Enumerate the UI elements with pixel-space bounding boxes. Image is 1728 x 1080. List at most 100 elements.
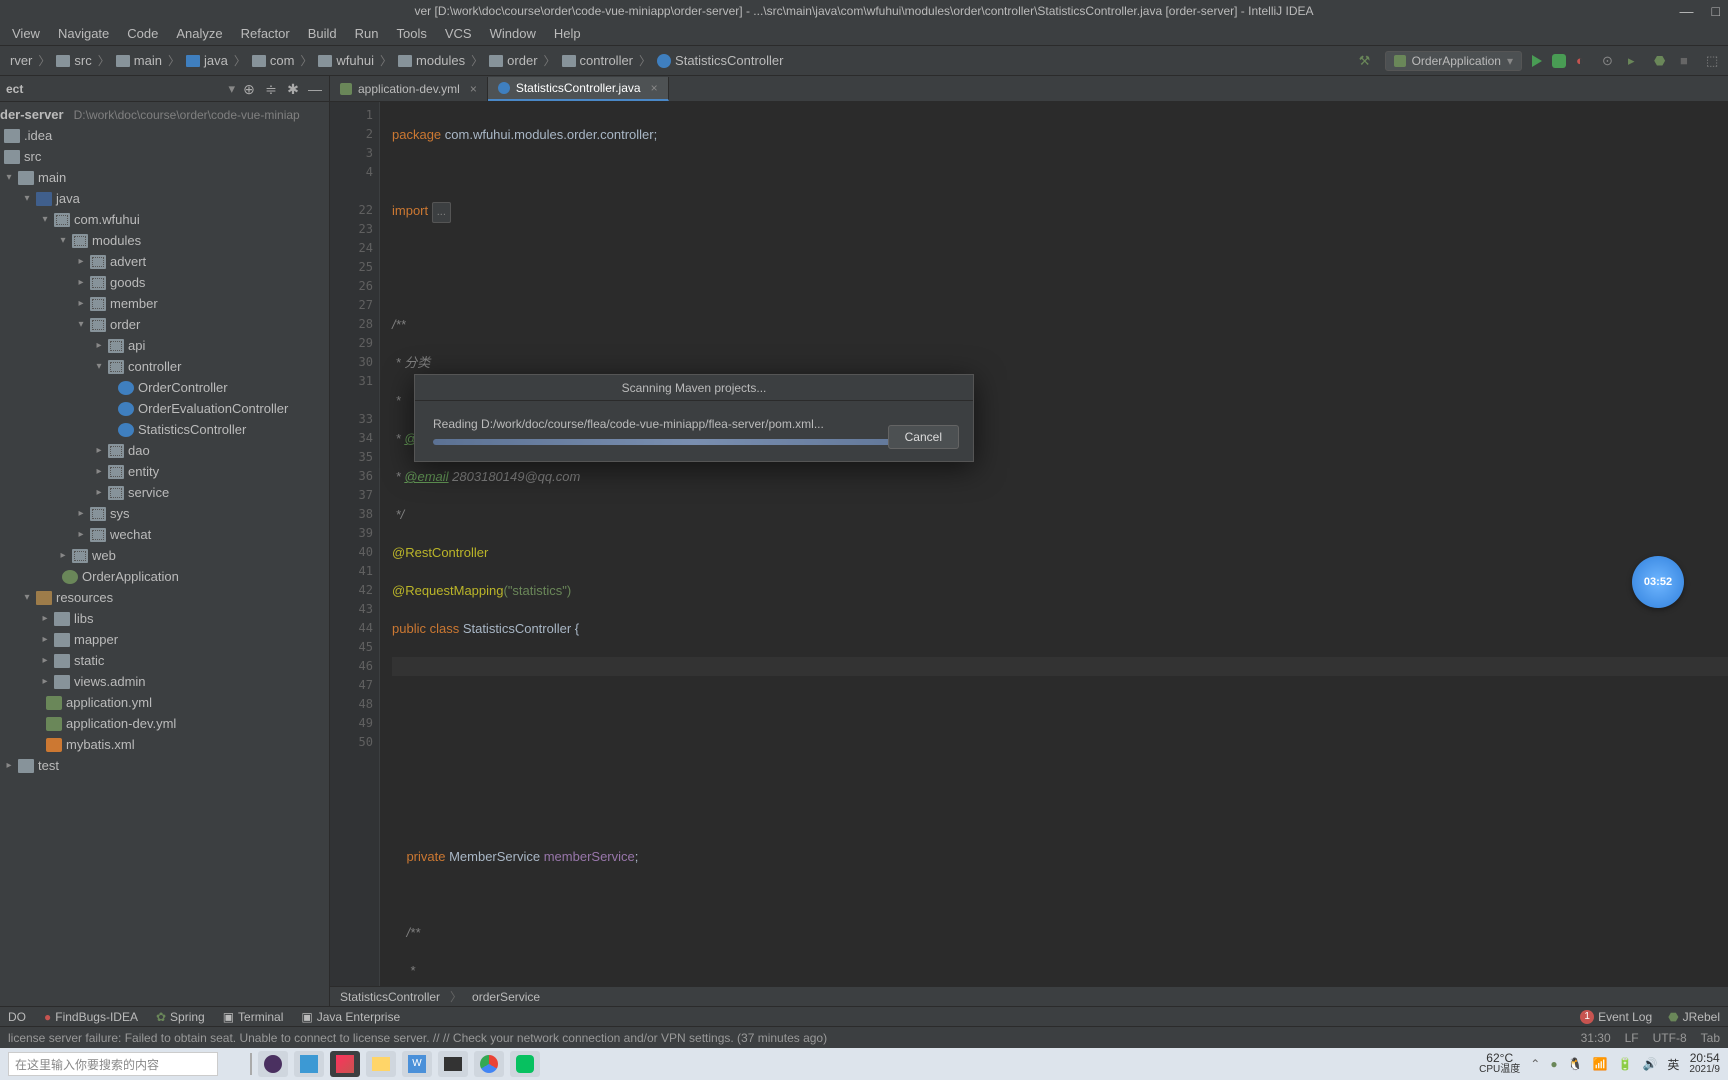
tree-item-order[interactable]: order xyxy=(110,317,140,332)
chevron-right-icon[interactable]: ▸ xyxy=(40,634,50,645)
minimize-button[interactable]: — xyxy=(1680,3,1694,19)
menu-vcs[interactable]: VCS xyxy=(437,24,480,43)
chevron-down-icon[interactable]: ▾ xyxy=(22,592,32,603)
tray-icon[interactable]: ● xyxy=(1550,1057,1557,1071)
crumb-src[interactable]: src xyxy=(52,51,95,70)
menu-refactor[interactable]: Refactor xyxy=(233,24,298,43)
temperature-widget[interactable]: 62°C CPU温度 xyxy=(1479,1052,1520,1076)
tree-item-libs[interactable]: libs xyxy=(74,611,94,626)
chevron-down-icon[interactable]: ▾ xyxy=(22,193,32,204)
close-icon[interactable]: × xyxy=(470,82,477,96)
indent[interactable]: Tab xyxy=(1701,1031,1720,1045)
taskbar-vscode[interactable] xyxy=(294,1051,324,1077)
crumb-modules[interactable]: modules xyxy=(394,51,469,70)
crumb-main[interactable]: main xyxy=(112,51,166,70)
tree-item-orderevaluationcontroller[interactable]: OrderEvaluationController xyxy=(138,401,288,416)
tab-statisticscontroller[interactable]: StatisticsController.java× xyxy=(488,77,669,101)
tree-item-main[interactable]: main xyxy=(38,170,66,185)
tool-event-log[interactable]: 1Event Log xyxy=(1580,1010,1652,1024)
chevron-right-icon[interactable]: ▸ xyxy=(94,466,104,477)
chevron-down-icon[interactable]: ▾ xyxy=(76,319,86,330)
tree-item-modules[interactable]: modules xyxy=(92,233,141,248)
taskbar-explorer[interactable] xyxy=(366,1051,396,1077)
search-input[interactable]: 在这里输入你要搜索的内容 xyxy=(8,1052,218,1076)
chevron-right-icon[interactable]: ▸ xyxy=(76,298,86,309)
tool-terminal[interactable]: ▣Terminal xyxy=(223,1010,284,1024)
language-indicator[interactable]: 英 xyxy=(1667,1056,1679,1073)
chevron-right-icon[interactable]: ▸ xyxy=(94,445,104,456)
tree-item-mapper[interactable]: mapper xyxy=(74,632,118,647)
breadcrumb-item[interactable]: StatisticsController xyxy=(340,990,440,1004)
menu-view[interactable]: View xyxy=(4,24,48,43)
close-icon[interactable]: × xyxy=(651,81,658,95)
chevron-right-icon[interactable]: ▸ xyxy=(40,676,50,687)
chevron-down-icon[interactable]: ▾ xyxy=(58,235,68,246)
tree-item-web[interactable]: web xyxy=(92,548,116,563)
crumb-class[interactable]: StatisticsController xyxy=(653,51,787,70)
tree-item-idea[interactable]: .idea xyxy=(24,128,52,143)
taskbar-terminal[interactable] xyxy=(438,1051,468,1077)
menu-window[interactable]: Window xyxy=(482,24,544,43)
chevron-right-icon[interactable]: ▸ xyxy=(76,529,86,540)
menu-analyze[interactable]: Analyze xyxy=(168,24,230,43)
code-area[interactable]: package com.wfuhui.modules.order.control… xyxy=(380,102,1728,986)
maximize-button[interactable]: □ xyxy=(1712,3,1720,19)
menu-run[interactable]: Run xyxy=(347,24,387,43)
cursor-position[interactable]: 31:30 xyxy=(1581,1031,1611,1045)
tree-item-resources[interactable]: resources xyxy=(56,590,113,605)
target-icon[interactable]: ⊕ xyxy=(241,81,257,97)
tool-spring[interactable]: ✿Spring xyxy=(156,1010,205,1024)
chevron-right-icon[interactable]: ▸ xyxy=(4,760,14,771)
debug-icon[interactable] xyxy=(1552,54,1566,68)
coverage-icon[interactable]: ◐ xyxy=(1576,53,1592,69)
project-tree[interactable]: der-serverD:\work\doc\course\order\code-… xyxy=(0,102,329,1006)
chevron-down-icon[interactable]: ▾ xyxy=(228,81,235,97)
chevron-right-icon[interactable]: ▸ xyxy=(76,508,86,519)
breadcrumb-item[interactable]: orderService xyxy=(472,990,540,1004)
tree-item-src[interactable]: src xyxy=(24,149,41,164)
tree-item-advert[interactable]: advert xyxy=(110,254,146,269)
crumb-rver[interactable]: rver xyxy=(6,51,36,70)
tree-item-goods[interactable]: goods xyxy=(110,275,145,290)
chevron-right-icon[interactable]: ▸ xyxy=(40,613,50,624)
crumb-order[interactable]: order xyxy=(485,51,541,70)
tray-icon[interactable]: 🐧 xyxy=(1568,1057,1583,1071)
tree-item-api[interactable]: api xyxy=(128,338,145,353)
encoding[interactable]: UTF-8 xyxy=(1653,1031,1687,1045)
jrebel-debug-icon[interactable]: ⬣ xyxy=(1654,53,1670,69)
tree-item-application-dev-yml[interactable]: application-dev.yml xyxy=(66,716,176,731)
chevron-right-icon[interactable]: ▸ xyxy=(58,550,68,561)
tab-application-dev-yml[interactable]: application-dev.yml× xyxy=(330,77,488,101)
tree-item-service[interactable]: service xyxy=(128,485,169,500)
tree-item-statisticscontroller[interactable]: StatisticsController xyxy=(138,422,246,437)
tool-do[interactable]: DO xyxy=(8,1010,26,1024)
tree-item-orderapplication[interactable]: OrderApplication xyxy=(82,569,179,584)
tray-wifi-icon[interactable]: 📶 xyxy=(1593,1057,1608,1071)
tree-item-entity[interactable]: entity xyxy=(128,464,159,479)
taskbar-eclipse[interactable] xyxy=(258,1051,288,1077)
tree-item-static[interactable]: static xyxy=(74,653,104,668)
taskbar-wps[interactable]: W xyxy=(402,1051,432,1077)
search-icon[interactable]: ⬚ xyxy=(1706,53,1722,69)
tool-findbugs[interactable]: ●FindBugs-IDEA xyxy=(44,1010,138,1024)
tool-jrebel[interactable]: ⬣JRebel xyxy=(1668,1010,1720,1024)
chevron-right-icon[interactable]: ▸ xyxy=(76,256,86,267)
timer-widget[interactable]: 03:52 xyxy=(1632,556,1684,608)
hide-icon[interactable]: — xyxy=(307,81,323,97)
crumb-wfuhui[interactable]: wfuhui xyxy=(314,51,378,70)
chevron-right-icon[interactable]: ▸ xyxy=(76,277,86,288)
tree-item-views-admin[interactable]: views.admin xyxy=(74,674,146,689)
tree-item-mybatis-xml[interactable]: mybatis.xml xyxy=(66,737,135,752)
chevron-down-icon[interactable]: ▾ xyxy=(40,214,50,225)
crumb-com[interactable]: com xyxy=(248,51,299,70)
settings-icon[interactable]: ✱ xyxy=(285,81,301,97)
tray-battery-icon[interactable]: 🔋 xyxy=(1617,1057,1632,1071)
tree-item-controller[interactable]: controller xyxy=(128,359,181,374)
jrebel-run-icon[interactable]: ▸ xyxy=(1628,53,1644,69)
chevron-right-icon[interactable]: ▸ xyxy=(40,655,50,666)
menu-help[interactable]: Help xyxy=(546,24,589,43)
menu-build[interactable]: Build xyxy=(300,24,345,43)
tree-item-member[interactable]: member xyxy=(110,296,158,311)
tree-item-application-yml[interactable]: application.yml xyxy=(66,695,152,710)
tray-chevron-icon[interactable]: ⌃ xyxy=(1530,1057,1540,1071)
